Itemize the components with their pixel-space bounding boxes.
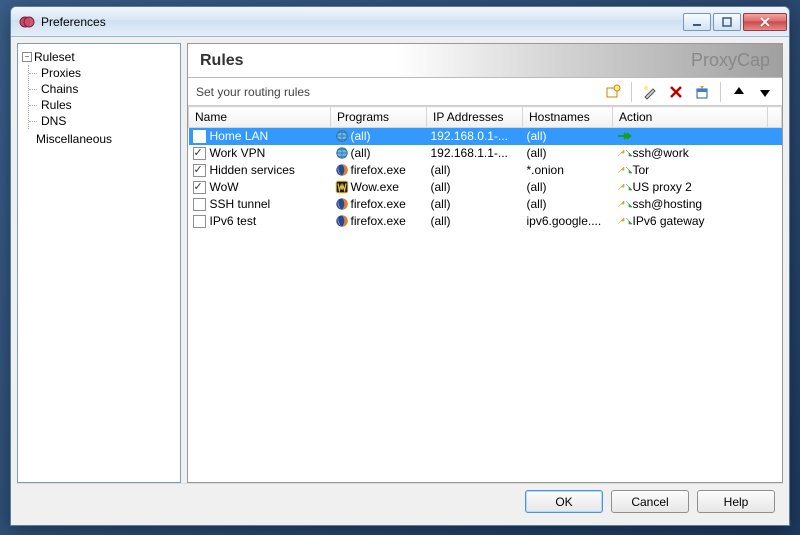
column-header[interactable]: IP Addresses bbox=[427, 107, 523, 128]
rule-checkbox[interactable] bbox=[193, 164, 206, 177]
move-down-button[interactable] bbox=[754, 81, 776, 103]
program-label: Wow.exe bbox=[351, 180, 399, 194]
program-label: firefox.exe bbox=[351, 214, 406, 228]
sidebar-tree[interactable]: −RulesetProxiesChainsRulesDNS Miscellaneo… bbox=[17, 43, 181, 483]
titlebar[interactable]: Preferences bbox=[11, 7, 789, 37]
new-rule-button[interactable] bbox=[602, 81, 624, 103]
rule-checkbox[interactable] bbox=[193, 198, 206, 211]
ip-cell: (all) bbox=[427, 213, 523, 230]
table-row[interactable]: Home LAN(all)192.168.0.1-...(all) bbox=[189, 128, 782, 145]
program-label: firefox.exe bbox=[351, 197, 406, 211]
program-icon bbox=[335, 197, 349, 211]
toolbar-separator bbox=[720, 82, 721, 102]
action-icon bbox=[617, 164, 631, 176]
toolbar-separator bbox=[631, 82, 632, 102]
maximize-button[interactable] bbox=[713, 13, 741, 31]
rule-checkbox[interactable] bbox=[193, 215, 206, 228]
quick-add-button[interactable] bbox=[639, 81, 661, 103]
cancel-button[interactable]: Cancel bbox=[611, 490, 689, 513]
properties-button[interactable] bbox=[691, 81, 713, 103]
minimize-button[interactable] bbox=[683, 13, 711, 31]
program-icon bbox=[335, 180, 349, 194]
host-cell: (all) bbox=[523, 145, 613, 162]
host-cell: *.onion bbox=[523, 162, 613, 179]
host-cell: (all) bbox=[523, 179, 613, 196]
rule-checkbox[interactable] bbox=[193, 130, 206, 143]
tree-item-dns[interactable]: DNS bbox=[39, 113, 178, 129]
rule-checkbox[interactable] bbox=[193, 181, 206, 194]
rule-name: Hidden services bbox=[210, 163, 295, 177]
table-row[interactable]: SSH tunnel firefox.exe (all)(all) ssh@hosti… bbox=[189, 196, 782, 213]
brand-label: ProxyCap bbox=[691, 50, 770, 71]
program-icon bbox=[335, 163, 349, 177]
tree-item-proxies[interactable]: Proxies bbox=[39, 65, 178, 81]
delete-button[interactable] bbox=[665, 81, 687, 103]
rule-name: IPv6 test bbox=[210, 214, 257, 228]
program-icon bbox=[335, 214, 349, 228]
host-cell: (all) bbox=[523, 128, 613, 145]
ip-cell: 192.168.0.1-... bbox=[427, 128, 523, 145]
rule-name: Home LAN bbox=[210, 129, 269, 143]
tree-toggle-icon[interactable]: − bbox=[22, 52, 32, 62]
action-label: Tor bbox=[633, 163, 650, 177]
rules-panel: Rules ProxyCap Set your routing rules bbox=[187, 43, 783, 483]
panel-heading: Rules bbox=[200, 52, 691, 70]
program-label: (all) bbox=[351, 146, 371, 160]
column-header[interactable]: Hostnames bbox=[523, 107, 613, 128]
rule-name: SSH tunnel bbox=[210, 197, 271, 211]
panel-header: Rules ProxyCap bbox=[188, 44, 782, 78]
action-icon bbox=[617, 130, 631, 142]
action-icon bbox=[617, 147, 631, 159]
panel-subtext: Set your routing rules bbox=[196, 85, 598, 99]
ok-button[interactable]: OK bbox=[525, 490, 603, 513]
column-header[interactable]: Name bbox=[189, 107, 331, 128]
window-title: Preferences bbox=[41, 15, 683, 29]
tree-item-label: Ruleset bbox=[34, 50, 75, 64]
action-icon bbox=[617, 181, 631, 193]
host-cell: ipv6.google.... bbox=[523, 213, 613, 230]
rule-checkbox[interactable] bbox=[193, 147, 206, 160]
action-icon bbox=[617, 198, 631, 210]
ip-cell: (all) bbox=[427, 162, 523, 179]
program-icon bbox=[335, 146, 349, 160]
action-label: IPv6 gateway bbox=[633, 214, 705, 228]
move-up-button[interactable] bbox=[728, 81, 750, 103]
rules-grid[interactable]: NameProgramsIP AddressesHostnamesAction … bbox=[188, 106, 782, 482]
table-row[interactable]: Hidden services firefox.exe (all)*.onion To… bbox=[189, 162, 782, 179]
preferences-window: Preferences −RulesetProxiesChainsRulesDN… bbox=[10, 6, 790, 526]
dialog-buttons: OK Cancel Help bbox=[17, 483, 783, 519]
table-row[interactable]: WoW Wow.exe (all)(all) US proxy 2 bbox=[189, 179, 782, 196]
action-label: ssh@hosting bbox=[633, 197, 703, 211]
tree-item-ruleset[interactable]: −Ruleset bbox=[20, 49, 178, 65]
column-header[interactable]: Programs bbox=[331, 107, 427, 128]
ip-cell: 192.168.1.1-... bbox=[427, 145, 523, 162]
table-row[interactable]: IPv6 test firefox.exe (all)ipv6.google....… bbox=[189, 213, 782, 230]
tree-item-chains[interactable]: Chains bbox=[39, 81, 178, 97]
program-label: (all) bbox=[351, 129, 371, 143]
table-row[interactable]: Work VPN(all)192.168.1.1-...(all)ssh@wor… bbox=[189, 145, 782, 162]
close-button[interactable] bbox=[743, 13, 787, 31]
action-label: ssh@work bbox=[633, 146, 689, 160]
ip-cell: (all) bbox=[427, 196, 523, 213]
app-icon bbox=[19, 14, 35, 30]
ip-cell: (all) bbox=[427, 179, 523, 196]
tree-item-label: Miscellaneous bbox=[36, 132, 112, 146]
panel-sub-bar: Set your routing rules bbox=[188, 78, 782, 106]
tree-item-miscellaneous[interactable]: Miscellaneous bbox=[20, 131, 178, 147]
rule-name: WoW bbox=[210, 180, 239, 194]
help-button[interactable]: Help bbox=[697, 490, 775, 513]
tree-item-rules[interactable]: Rules bbox=[39, 97, 178, 113]
program-label: firefox.exe bbox=[351, 163, 406, 177]
column-header[interactable]: Action bbox=[613, 107, 768, 128]
rule-name: Work VPN bbox=[210, 146, 266, 160]
action-label: US proxy 2 bbox=[633, 180, 692, 194]
host-cell: (all) bbox=[523, 196, 613, 213]
program-icon bbox=[335, 129, 349, 143]
action-icon bbox=[617, 215, 631, 227]
